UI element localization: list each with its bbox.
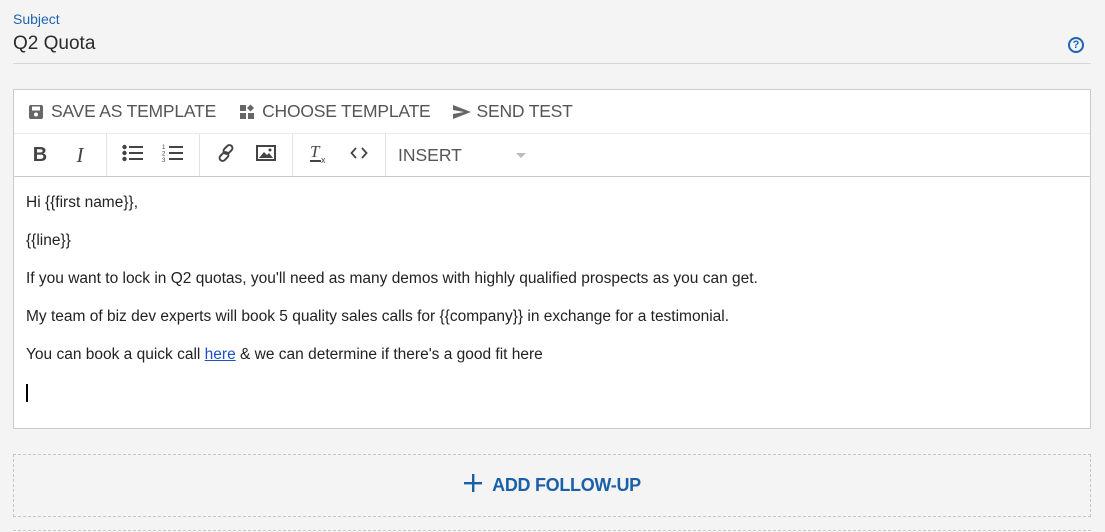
floppy-disk-icon bbox=[27, 103, 45, 121]
template-toolbar: SAVE AS TEMPLATE CHOOSE TEMPLATE SEND TE… bbox=[14, 90, 1090, 134]
code-icon bbox=[350, 146, 368, 164]
bullet-list-button[interactable] bbox=[113, 134, 153, 176]
misc-group: Tx bbox=[293, 134, 386, 176]
choose-template-label: CHOOSE TEMPLATE bbox=[262, 101, 431, 121]
chevron-down-icon bbox=[516, 152, 526, 158]
cursor-line bbox=[26, 383, 1078, 402]
email-body[interactable]: Hi {{first name}}, {{line}} If you want … bbox=[14, 177, 1090, 402]
svg-text:1: 1 bbox=[162, 145, 166, 151]
body-greeting: Hi {{first name}}, bbox=[26, 194, 139, 211]
add-follow-up-label: ADD FOLLOW-UP bbox=[492, 475, 641, 495]
insert-label: INSERT bbox=[398, 144, 462, 165]
bullet-list-icon bbox=[122, 144, 144, 167]
svg-text:3: 3 bbox=[162, 158, 166, 163]
format-toolbar: B I 123 T x INSERT bbox=[14, 134, 1090, 177]
choose-template-button[interactable]: CHOOSE TEMPLATE bbox=[238, 101, 431, 122]
italic-icon: I bbox=[76, 142, 84, 167]
paragraph-3-before: You can book a quick call bbox=[26, 346, 205, 363]
numbered-list-button[interactable]: 123 bbox=[153, 134, 193, 176]
template-grid-icon bbox=[238, 103, 256, 121]
numbered-list-icon: 123 bbox=[162, 143, 184, 168]
question-circle-icon[interactable]: ? bbox=[1068, 37, 1084, 53]
email-editor: SAVE AS TEMPLATE CHOOSE TEMPLATE SEND TE… bbox=[13, 89, 1091, 429]
send-icon bbox=[452, 103, 471, 121]
svg-text:2: 2 bbox=[162, 151, 166, 157]
image-button[interactable] bbox=[246, 134, 286, 176]
body-paragraph-3: You can book a quick call here & we can … bbox=[26, 345, 1078, 364]
code-button[interactable] bbox=[339, 134, 379, 176]
insert-dropdown[interactable]: INSERT bbox=[386, 134, 536, 176]
send-test-button[interactable]: SEND TEST bbox=[452, 101, 573, 122]
body-paragraph-1: If you want to lock in Q2 quotas, you'll… bbox=[26, 270, 758, 287]
save-as-template-label: SAVE AS TEMPLATE bbox=[51, 101, 217, 121]
svg-text:x: x bbox=[321, 155, 326, 164]
bold-button[interactable]: B bbox=[20, 134, 60, 176]
save-as-template-button[interactable]: SAVE AS TEMPLATE bbox=[27, 101, 216, 122]
clear-format-button[interactable]: Tx bbox=[299, 134, 339, 176]
link-button[interactable] bbox=[206, 134, 246, 176]
paragraph-3-after: & we can determine if there's a good fit… bbox=[235, 346, 543, 363]
list-group: 123 bbox=[107, 134, 200, 176]
send-test-label: SEND TEST bbox=[476, 101, 573, 121]
svg-text:T: T bbox=[310, 142, 321, 161]
insert-media-group bbox=[200, 134, 293, 176]
italic-button[interactable]: I bbox=[60, 134, 100, 176]
plus-icon bbox=[463, 470, 483, 498]
add-follow-up-button[interactable]: ADD FOLLOW-UP bbox=[13, 454, 1091, 517]
clear-format-icon: Tx bbox=[308, 142, 330, 169]
booking-link[interactable]: here bbox=[205, 346, 236, 363]
subject-field: Subject ? bbox=[13, 10, 1091, 64]
text-style-group: B I bbox=[14, 134, 107, 176]
image-icon bbox=[256, 144, 276, 166]
subject-label: Subject bbox=[13, 11, 60, 27]
body-line-variable: {{line}} bbox=[26, 232, 71, 249]
bold-icon: B bbox=[32, 143, 48, 166]
text-cursor bbox=[26, 383, 28, 402]
body-paragraph-2: My team of biz dev experts will book 5 q… bbox=[26, 308, 730, 325]
link-icon bbox=[216, 143, 236, 168]
subject-input[interactable] bbox=[13, 33, 1013, 55]
